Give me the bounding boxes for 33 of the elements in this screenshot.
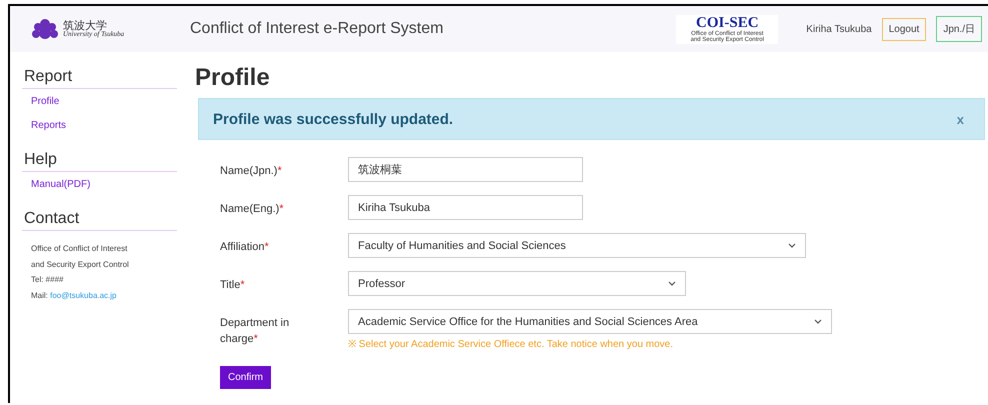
sidebar-heading: Report [22, 52, 177, 89]
sidebar-heading: Help [22, 137, 177, 172]
chevron-down-icon [788, 242, 796, 248]
crest-icon [30, 18, 60, 40]
field-label: Name(Jpn.)* [220, 164, 282, 179]
select-field[interactable]: Professor [348, 271, 686, 296]
field-label: Affiliation* [220, 240, 269, 255]
select-field[interactable]: Faculty of Humanities and Social Sciences [348, 233, 806, 258]
contact-text: Tel: #### [31, 274, 64, 286]
header-button[interactable]: Logout [882, 18, 926, 40]
system-title: Conflict of Interest e-Report System [190, 20, 444, 38]
hint-text: ※ Select your Academic Service Offiece etc. Take notice when you move. [348, 338, 674, 350]
alert-message: Profile was successfully updated. [213, 110, 454, 128]
text-field[interactable]: Kiriha Tsukuba [348, 195, 583, 220]
header-button[interactable]: Jpn./日 [936, 16, 982, 42]
select-field[interactable]: Academic Service Office for the Humanities and Social Sciences Area [348, 309, 832, 334]
sidebar-link[interactable]: Manual(PDF) [22, 172, 177, 196]
mail-label: Mail: [31, 290, 48, 300]
field-label: Department in charge* [220, 316, 290, 347]
confirm-button[interactable]: Confirm [220, 366, 272, 389]
sidebar-link[interactable]: Profile [22, 89, 177, 113]
chevron-down-icon [814, 318, 822, 324]
text-field[interactable]: 筑波桐葉 [348, 157, 583, 182]
contact-text: and Security Export Control [31, 258, 130, 271]
contact-text: Office of Conflict of Interest [31, 243, 128, 255]
chevron-down-icon [668, 280, 676, 286]
field-label: Name(Eng.)* [220, 202, 284, 217]
university-name: 筑波大学 [63, 20, 107, 31]
sidebar-link[interactable]: Reports [22, 113, 177, 137]
field-label: Title* [220, 278, 245, 293]
page-title: Profile [195, 64, 271, 92]
user-name: Kiriha Tsukuba [806, 24, 872, 34]
sidebar-heading: Contact [22, 196, 177, 231]
